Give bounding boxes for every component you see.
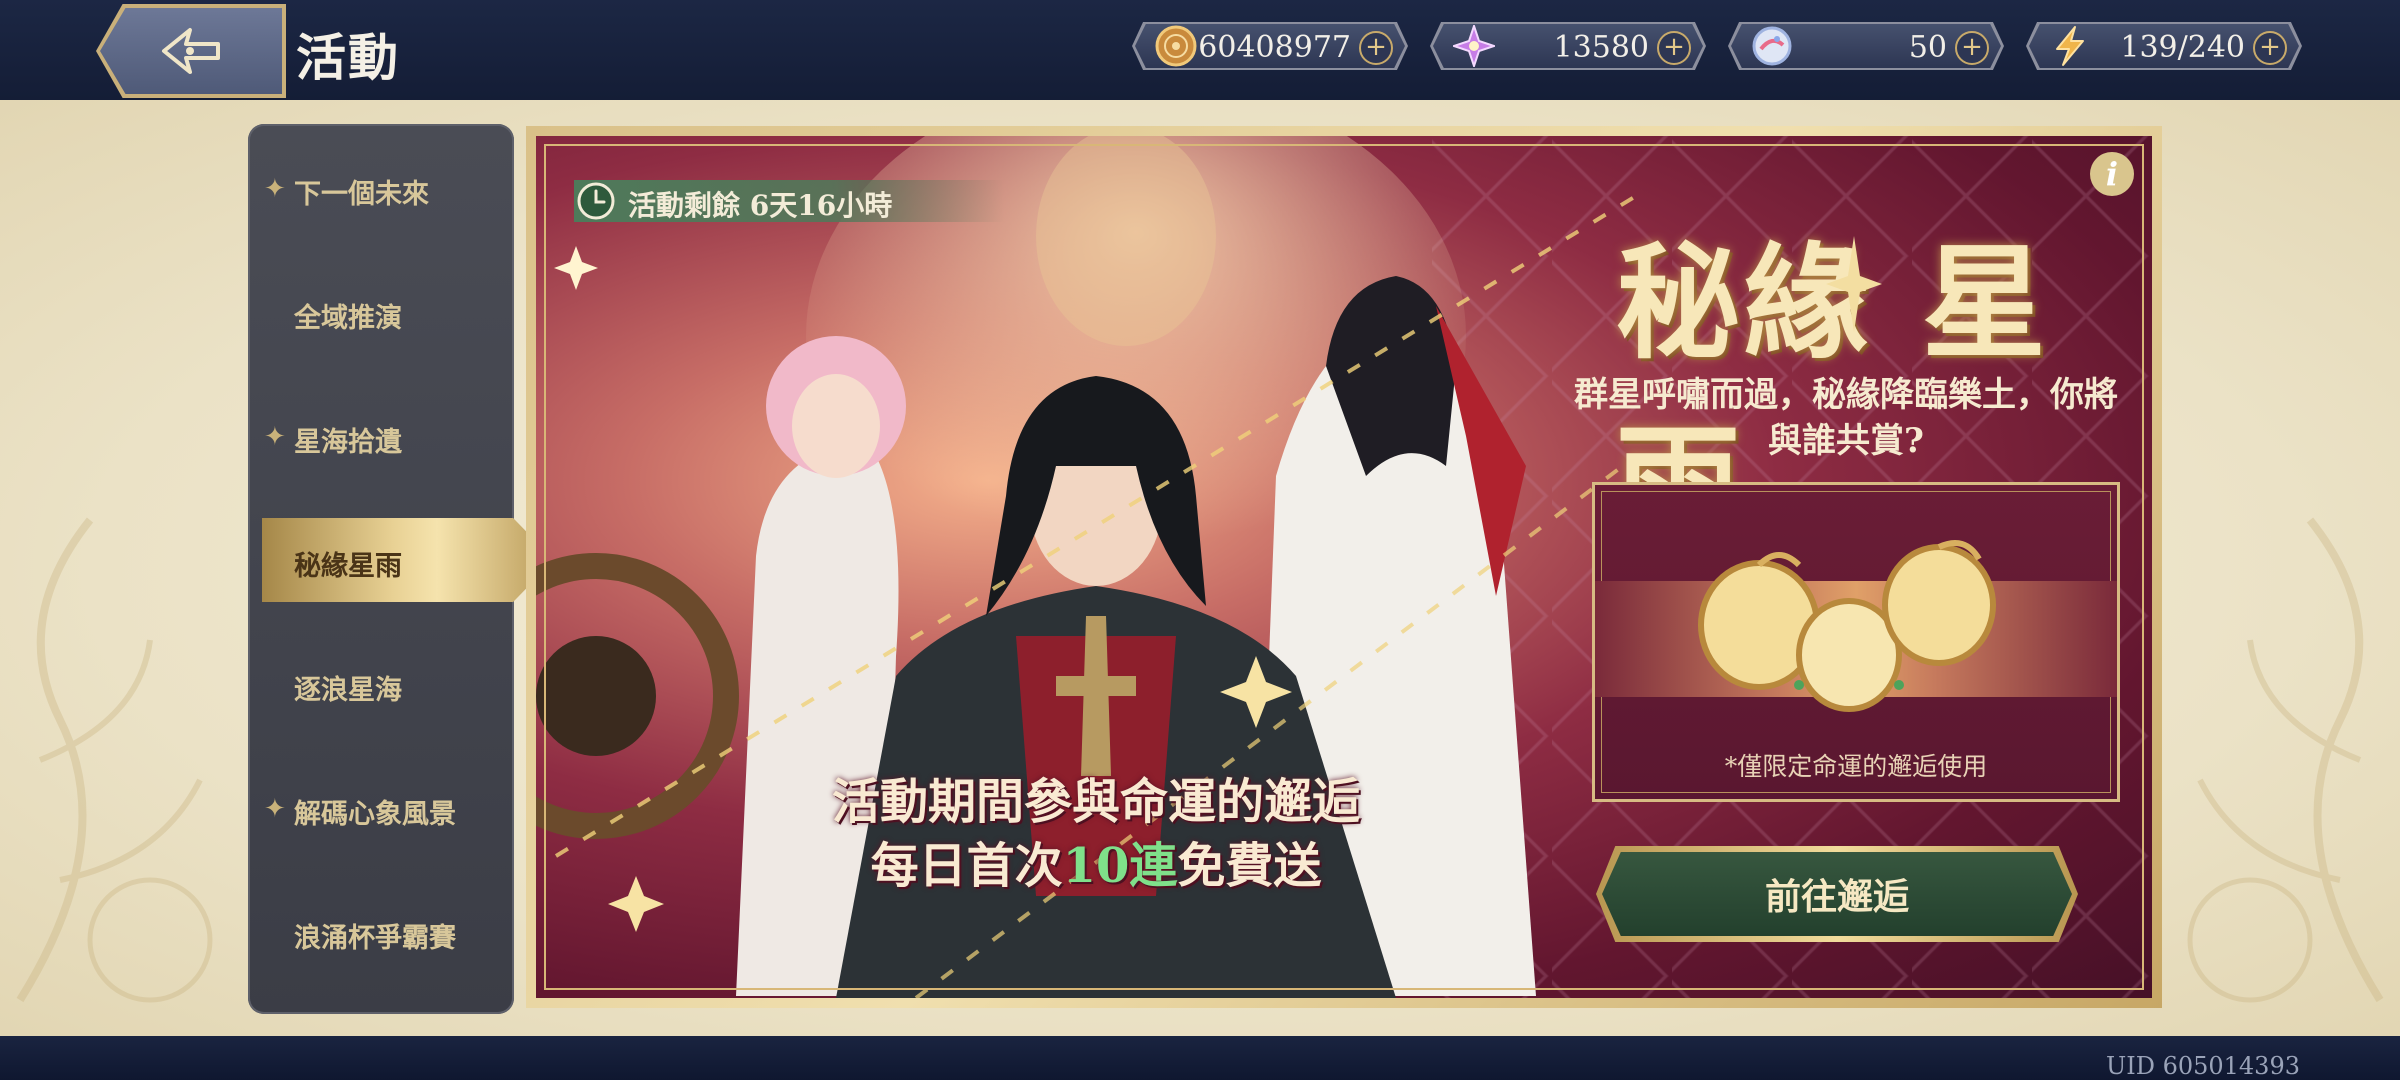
sidebar-item-label: 全域推演 — [294, 303, 402, 334]
floral-ornament-left — [16, 517, 213, 1003]
back-arrow-icon — [162, 28, 220, 74]
user-id: UID 605014393 — [2105, 1052, 2300, 1080]
sidebar-item-secret-starfall[interactable]: 秘緣星雨 — [248, 518, 554, 602]
event-timer-text: 活動剩餘 6天16小時 — [628, 189, 893, 222]
resource-orb: 50 + — [1731, 24, 2001, 68]
sidebar-item-label: 下一個未來 — [294, 179, 429, 210]
event-timer: 活動剩餘 6天16小時 — [574, 180, 1004, 222]
resource-orb-value: 50 — [1908, 30, 1947, 65]
orb-ticket-icon — [1752, 26, 1792, 66]
stamina-bolt-icon — [2056, 26, 2084, 66]
event-sidebar: ✦ 下一個未來 全域推演 ✦ 星海拾遺 秘緣星雨 逐浪星海 ✦ 解碼心象風景 浪… — [248, 124, 554, 1014]
resource-stamina: 139/240 + — [2029, 24, 2299, 68]
promo-line-1: 活動期間參與命運的邂逅 — [831, 774, 1360, 830]
resource-gold: 60408977 + — [1135, 24, 1405, 68]
sidebar-item-label: 浪涌杯爭霸賽 — [294, 923, 456, 954]
event-banner: 活動剩餘 6天16小時 i 秘緣星雨 群星呼嘯而過，秘緣降臨樂土，你將與誰共賞?… — [536, 136, 2152, 998]
sidebar-item-label: 逐浪星海 — [294, 675, 402, 706]
sidebar-item-label: 解碼心象風景 — [294, 799, 456, 830]
title-star-icon — [1826, 236, 1882, 332]
event-subtitle: 群星呼嘯而過，秘緣降臨樂土，你將與誰共賞? — [1574, 375, 2118, 461]
reward-note: *僅限定命運的邂逅使用 — [1724, 752, 1988, 781]
resource-stamina-value: 139/240 — [2120, 30, 2245, 65]
sidebar-item-next-future[interactable]: ✦ 下一個未來 — [248, 150, 514, 230]
resource-crystal: 13580 + — [1433, 24, 1703, 68]
go-button-label: 前往邂逅 — [1764, 876, 1909, 917]
promo-line-2-pre: 每日首次 — [870, 838, 1063, 894]
resource-gold-value: 60408977 — [1198, 30, 1351, 65]
sidebar-item-global-simulation[interactable]: 全域推演 — [248, 274, 514, 354]
page-title: 活動 — [296, 28, 400, 87]
star-icon: ✦ — [264, 422, 286, 452]
star-crystal-icon — [1453, 25, 1495, 67]
add-stamina-button[interactable]: + — [2253, 31, 2287, 65]
promo-text: 活動期間參與命運的邂逅 每日首次10連免費送 — [736, 770, 1456, 898]
sidebar-item-label: 星海拾遺 — [294, 427, 402, 458]
back-button[interactable] — [100, 8, 282, 94]
promo-line-2: 每日首次10連免費送 — [736, 834, 1456, 898]
add-orb-button[interactable]: + — [1955, 31, 1989, 65]
sidebar-item-label: 秘緣星雨 — [294, 551, 402, 582]
reward-preview-box: *僅限定命運的邂逅使用 — [1592, 482, 2120, 802]
star-icon: ✦ — [264, 174, 286, 204]
clock-icon — [577, 182, 615, 220]
add-crystal-button[interactable]: + — [1657, 31, 1691, 65]
sidebar-item-surge-cup[interactable]: 浪涌杯爭霸賽 — [248, 894, 514, 974]
promo-highlight: 10連 — [1062, 838, 1178, 894]
resource-crystal-value: 13580 — [1553, 30, 1649, 65]
promo-line-2-post: 免費送 — [1177, 838, 1322, 894]
info-button[interactable]: i — [2090, 152, 2134, 196]
golden-flower-orbs-icon — [1698, 540, 1996, 712]
add-gold-button[interactable]: + — [1359, 31, 1393, 65]
floral-ornament-right — [2187, 517, 2384, 1003]
sidebar-item-chasing-waves[interactable]: 逐浪星海 — [248, 646, 514, 726]
top-bar: 活動 60408977 + 13580 + 50 + 139/240 + — [0, 0, 2400, 100]
go-to-encounter-button[interactable]: 前往邂逅 — [1602, 852, 2072, 936]
sidebar-item-star-sea-gleanings[interactable]: ✦ 星海拾遺 — [248, 398, 514, 478]
gold-coin-icon — [1155, 25, 1197, 67]
bottom-bar: UID 605014393 — [0, 1036, 2400, 1080]
sidebar-item-decode-mindscape[interactable]: ✦ 解碼心象風景 — [248, 770, 514, 850]
star-icon: ✦ — [264, 794, 286, 824]
